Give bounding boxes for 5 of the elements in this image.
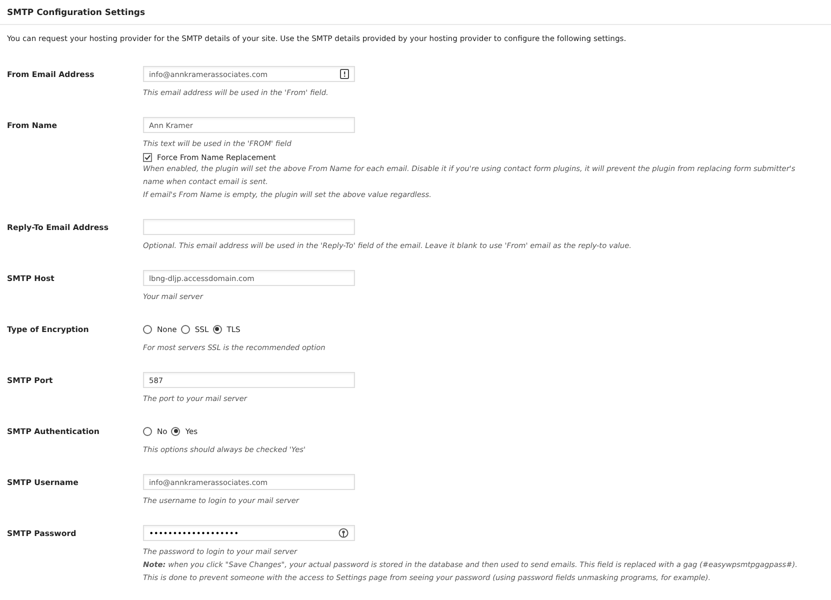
key-icon[interactable] <box>338 528 349 538</box>
input-field[interactable] <box>143 219 355 235</box>
checkbox[interactable] <box>143 153 152 162</box>
section-title: SMTP Configuration Settings <box>0 0 831 25</box>
password-field[interactable]: ••••••••••••••••••• <box>143 525 355 541</box>
